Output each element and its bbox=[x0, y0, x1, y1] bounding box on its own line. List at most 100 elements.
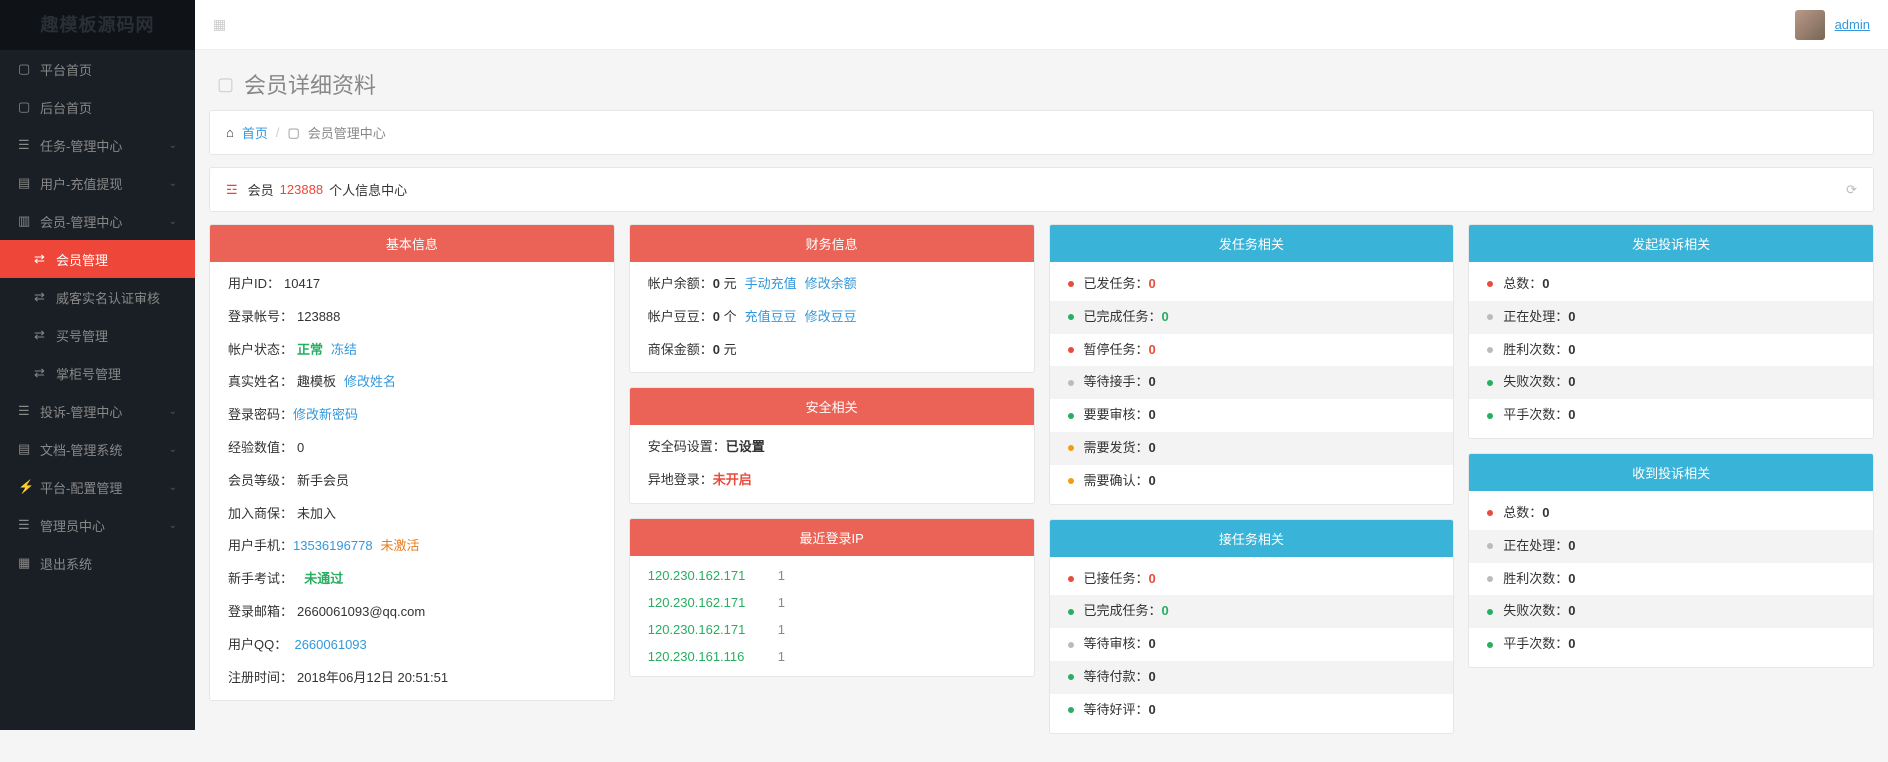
stat-value: 0 bbox=[1162, 307, 1169, 328]
nav-icon: ▥ bbox=[18, 213, 40, 229]
ip-row: 120.230.162.1711 bbox=[630, 616, 1034, 643]
dot-icon bbox=[1487, 543, 1493, 549]
nav-item[interactable]: ☰投诉-管理中心⌄ bbox=[0, 392, 195, 430]
stat-value: 0 bbox=[1568, 307, 1575, 328]
nav-icon: ☰ bbox=[18, 517, 40, 533]
nav-label: 掌柜号管理 bbox=[56, 364, 121, 383]
breadcrumb-home[interactable]: 首页 bbox=[242, 123, 268, 142]
stat-row: 正在处理：0 bbox=[1469, 530, 1873, 563]
nav-label: 威客实名认证审核 bbox=[56, 288, 160, 307]
stat-row: 等待好评：0 bbox=[1050, 694, 1454, 727]
topup-bean-link[interactable]: 充值豆豆 bbox=[745, 307, 797, 328]
edit-balance-link[interactable]: 修改余额 bbox=[805, 274, 857, 295]
home-icon: ⌂ bbox=[226, 125, 234, 140]
nav-icon: ⚡ bbox=[18, 479, 40, 495]
nav-label: 平台-配置管理 bbox=[40, 478, 122, 497]
nav-icon: ⇄ bbox=[34, 289, 56, 305]
nav-item[interactable]: ⇄掌柜号管理 bbox=[0, 354, 195, 392]
qq-link[interactable]: 2660061093 bbox=[294, 635, 366, 656]
dot-icon bbox=[1487, 380, 1493, 386]
nav-icon: ☰ bbox=[18, 137, 40, 153]
finance-card: 财务信息 帐户余额：0 元手动充值修改余额 帐户豆豆：0 个充值豆豆修改豆豆 商… bbox=[629, 224, 1035, 373]
stat-value: 0 bbox=[1149, 471, 1156, 492]
nav-item[interactable]: ⇄威客实名认证审核 bbox=[0, 278, 195, 316]
stat-label: 等待审核： bbox=[1084, 634, 1149, 655]
freeze-link[interactable]: 冻结 bbox=[331, 340, 357, 361]
menu-toggle-icon[interactable]: ▦ bbox=[213, 16, 226, 33]
nav-item[interactable]: ▤文档-管理系统⌄ bbox=[0, 430, 195, 468]
ip-value: 120.230.162.171 bbox=[648, 595, 778, 610]
refresh-icon[interactable]: ⟳ bbox=[1846, 182, 1857, 198]
stat-value: 0 bbox=[1149, 569, 1156, 590]
stat-label: 胜利次数： bbox=[1503, 340, 1568, 361]
nav-item[interactable]: ⇄买号管理 bbox=[0, 316, 195, 354]
chevron-down-icon: ⌄ bbox=[169, 178, 177, 189]
username-link[interactable]: admin bbox=[1835, 17, 1870, 32]
stat-value: 0 bbox=[1568, 340, 1575, 361]
security-card: 安全相关 安全码设置：已设置 异地登录：未开启 bbox=[629, 387, 1035, 504]
stat-value: 0 bbox=[1149, 340, 1156, 361]
edit-name-link[interactable]: 修改姓名 bbox=[344, 372, 396, 393]
edit-pwd-link[interactable]: 修改新密码 bbox=[293, 405, 358, 426]
stat-row: 已完成任务：0 bbox=[1050, 301, 1454, 334]
stat-label: 正在处理： bbox=[1503, 307, 1568, 328]
recv-complaint-card: 收到投诉相关 总数：0正在处理：0胜利次数：0失败次数：0平手次数：0 bbox=[1468, 453, 1874, 668]
nav-item[interactable]: ▤用户-充值提现⌄ bbox=[0, 164, 195, 202]
stat-label: 需要确认： bbox=[1084, 471, 1149, 492]
avatar[interactable] bbox=[1795, 10, 1825, 40]
stat-value: 0 bbox=[1149, 405, 1156, 426]
dot-icon bbox=[1487, 642, 1493, 648]
stat-label: 已接任务： bbox=[1084, 569, 1149, 590]
ip-count: 1 bbox=[778, 649, 785, 664]
nav-label: 后台首页 bbox=[40, 98, 92, 117]
recv-title: 收到投诉相关 bbox=[1469, 454, 1873, 491]
dot-icon bbox=[1487, 576, 1493, 582]
nav-label: 买号管理 bbox=[56, 326, 108, 345]
stat-row: 等待审核：0 bbox=[1050, 628, 1454, 661]
stat-label: 总数： bbox=[1503, 503, 1542, 524]
nav-item[interactable]: ▥会员-管理中心⌄ bbox=[0, 202, 195, 240]
stat-label: 平手次数： bbox=[1503, 405, 1568, 426]
nav-item[interactable]: ⇄会员管理 bbox=[0, 240, 195, 278]
nav-item[interactable]: ▦退出系统 bbox=[0, 544, 195, 582]
nav-icon: ▤ bbox=[18, 441, 40, 457]
dot-icon bbox=[1068, 445, 1074, 451]
publish-task-card: 发任务相关 已发任务：0已完成任务：0暂停任务：0等待接手：0要要审核：0需要发… bbox=[1049, 224, 1455, 505]
nav-item[interactable]: ▢后台首页 bbox=[0, 88, 195, 126]
nav-label: 投诉-管理中心 bbox=[40, 402, 122, 421]
nav-item[interactable]: ▢平台首页 bbox=[0, 50, 195, 88]
nav-item[interactable]: ☰管理员中心⌄ bbox=[0, 506, 195, 544]
dot-icon bbox=[1487, 314, 1493, 320]
page-title-row: ▢ 会员详细资料 bbox=[195, 50, 1888, 110]
stat-label: 等待好评： bbox=[1084, 700, 1149, 721]
stat-value: 0 bbox=[1568, 601, 1575, 622]
stat-label: 正在处理： bbox=[1503, 536, 1568, 557]
ip-row: 120.230.162.1711 bbox=[630, 589, 1034, 616]
stat-row: 胜利次数：0 bbox=[1469, 563, 1873, 596]
stat-row: 平手次数：0 bbox=[1469, 399, 1873, 432]
phone-link[interactable]: 13536196778 bbox=[293, 536, 373, 557]
basic-info-title: 基本信息 bbox=[210, 225, 614, 262]
stat-row: 总数：0 bbox=[1469, 497, 1873, 530]
edit-bean-link[interactable]: 修改豆豆 bbox=[805, 307, 857, 328]
stat-label: 失败次数： bbox=[1503, 601, 1568, 622]
nav-label: 退出系统 bbox=[40, 554, 92, 573]
ip-count: 1 bbox=[778, 622, 785, 637]
dot-icon bbox=[1068, 347, 1074, 353]
basic-info-card: 基本信息 用户ID：10417 登录帐号：123888 帐户状态：正常冻结 真实… bbox=[209, 224, 615, 701]
dot-icon bbox=[1487, 347, 1493, 353]
manual-topup-link[interactable]: 手动充值 bbox=[745, 274, 797, 295]
nav-item[interactable]: ⚡平台-配置管理⌄ bbox=[0, 468, 195, 506]
nav-icon: ▦ bbox=[18, 555, 40, 571]
stat-row: 失败次数：0 bbox=[1469, 595, 1873, 628]
nav-item[interactable]: ☰任务-管理中心⌄ bbox=[0, 126, 195, 164]
sidebar: 趣模板源码网 ▢平台首页▢后台首页☰任务-管理中心⌄▤用户-充值提现⌄▥会员-管… bbox=[0, 0, 195, 730]
chevron-down-icon: ⌄ bbox=[169, 520, 177, 531]
stat-row: 等待付款：0 bbox=[1050, 661, 1454, 694]
dot-icon bbox=[1068, 707, 1074, 713]
panel-suffix: 个人信息中心 bbox=[329, 180, 407, 199]
logo: 趣模板源码网 bbox=[0, 0, 195, 50]
stat-row: 已完成任务：0 bbox=[1050, 595, 1454, 628]
dot-icon bbox=[1068, 478, 1074, 484]
nav-label: 文档-管理系统 bbox=[40, 440, 122, 459]
